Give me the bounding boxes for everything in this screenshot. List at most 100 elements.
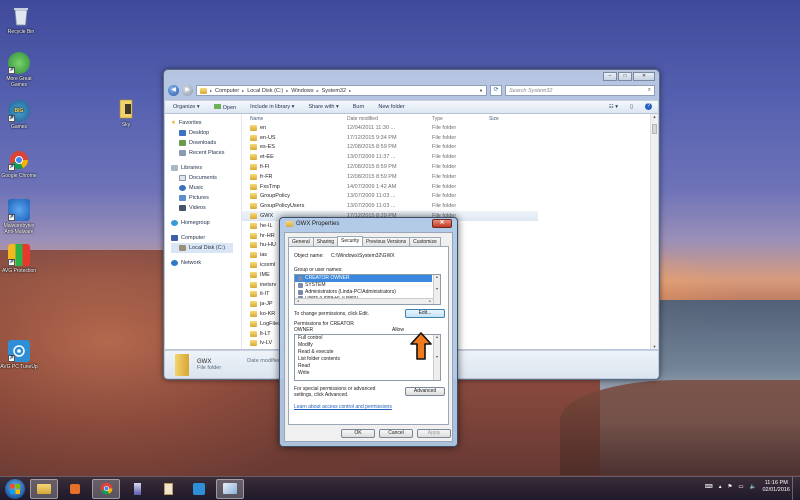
folder-icon [250, 330, 257, 337]
new-folder-button[interactable]: New folder [378, 104, 404, 110]
taskbar-chrome[interactable] [92, 478, 120, 499]
tab-previous-versions[interactable]: Previous Versions [362, 237, 411, 246]
close-button[interactable]: ✕ [633, 72, 655, 81]
search-input[interactable]: Search System32 ⌕ [505, 85, 655, 96]
view-options-icon[interactable]: ☷ ▾ [609, 104, 618, 110]
file-row[interactable]: et-EE 13/07/2009 11:37 ... File folder [242, 152, 658, 162]
taskbar-media-player[interactable] [61, 479, 89, 499]
taskbar-paint[interactable] [216, 478, 244, 499]
desktop-icon-more-great-games[interactable]: ↗ More Great Games [0, 52, 39, 88]
action-center-flag-icon[interactable]: ⚑ [727, 484, 732, 490]
nav-desktop[interactable]: Desktop [171, 128, 241, 138]
user-item[interactable]: Administrators (Linda-PC\Administrators) [295, 289, 440, 296]
dialog-close-button[interactable]: ✕ [432, 219, 452, 228]
column-type[interactable]: Type [432, 116, 489, 122]
back-button[interactable]: ◀ [168, 85, 179, 96]
desktop-icon-avg-protection[interactable]: ↗ AVG Protection [0, 244, 39, 274]
users-listbox[interactable]: CREATOR OWNER SYSTEM Administrators (Lin… [294, 274, 441, 305]
folder-icon [250, 242, 257, 249]
breadcrumb-windows[interactable]: Windows [291, 88, 313, 94]
share-with-button[interactable]: Share with ▾ [308, 104, 338, 110]
videos-icon [179, 205, 186, 211]
help-icon[interactable]: ? [645, 103, 652, 110]
permission-name: Modify [298, 342, 313, 348]
file-date: 12/08/2015 8:59 PM [347, 173, 397, 180]
file-row[interactable]: en 12/04/2011 11:30 ... File folder [242, 123, 658, 133]
burn-button[interactable]: Burn [353, 104, 365, 110]
permissions-scrollbar[interactable]: ▲ ▼ [433, 335, 440, 380]
nav-homegroup[interactable]: Homegroup [171, 218, 241, 228]
desktop-icon-avg-pc-tuneup[interactable]: ↗ AVG PC TuneUp [0, 340, 39, 370]
tab-general[interactable]: General [288, 237, 314, 246]
apply-button[interactable]: Apply [417, 429, 451, 438]
preview-pane-icon[interactable]: ▯ [630, 104, 633, 110]
address-bar[interactable]: ▸ Computer ▸ Local Disk (C:) ▸ Windows ▸… [196, 85, 487, 96]
nav-recent-places[interactable]: Recent Places [171, 148, 241, 158]
address-dropdown-icon[interactable]: ▼ [479, 88, 483, 93]
nav-libraries[interactable]: Libraries [171, 163, 241, 173]
users-vertical-scrollbar[interactable]: ▲ ▼ [433, 275, 440, 304]
file-row[interactable]: FxsTmp 14/07/2009 1:42 AM File folder [242, 182, 658, 192]
desktop-icon-google-chrome[interactable]: ↗ Google Chrome [0, 149, 39, 179]
windows-logo-icon [10, 483, 20, 494]
maximize-button[interactable]: □ [618, 72, 632, 81]
nav-local-disk[interactable]: Local Disk (C:) [171, 243, 233, 253]
file-row[interactable]: fi-FI 12/08/2015 8:59 PM File folder [242, 162, 658, 172]
include-in-library-button[interactable]: Include in library ▾ [250, 104, 294, 110]
user-item[interactable]: SYSTEM [295, 282, 440, 289]
file-row[interactable]: es-ES 12/08/2015 8:59 PM File folder [242, 143, 658, 153]
refresh-button[interactable]: ⟳ [490, 85, 502, 96]
clock[interactable]: 11:16 PM 02/01/2016 [762, 480, 790, 494]
nav-documents[interactable]: Documents [171, 173, 241, 183]
organize-button[interactable]: Organize ▾ [173, 104, 200, 110]
nav-computer[interactable]: Computer [171, 233, 241, 243]
nav-music[interactable]: Music [171, 183, 241, 193]
volume-icon[interactable]: 🔈 [750, 484, 757, 490]
file-name: GroupPolicy [260, 193, 290, 200]
nav-videos[interactable]: Videos [171, 203, 241, 213]
start-button[interactable] [5, 478, 25, 499]
network-tray-icon[interactable]: ▭ [738, 484, 743, 490]
taskbar-explorer[interactable] [30, 478, 58, 499]
desktop-icon-sky-folder[interactable]: Sky [106, 98, 146, 128]
forward-button[interactable]: ▶ [182, 85, 193, 96]
file-row[interactable]: GroupPolicyUsers 13/07/2009 11:03 ... File… [242, 201, 658, 211]
nav-pictures[interactable]: Pictures [171, 193, 241, 203]
file-row[interactable]: fr-FR 12/08/2015 8:59 PM File folder [242, 172, 658, 182]
breadcrumb-system32[interactable]: System32 [322, 88, 346, 94]
tab-security[interactable]: Security [337, 236, 364, 246]
desktop-icon-games[interactable]: BIG ↗ Games [0, 100, 39, 130]
breadcrumb-local-disk[interactable]: Local Disk (C:) [247, 88, 283, 94]
taskbar-tuneup[interactable] [185, 479, 213, 499]
open-button[interactable]: Open [213, 103, 236, 111]
tab-customize[interactable]: Customize [409, 237, 441, 246]
tab-sharing[interactable]: Sharing [312, 237, 339, 246]
show-desktop-button[interactable] [792, 477, 800, 500]
desktop-icon-recycle-bin[interactable]: Recycle Bin [1, 5, 41, 35]
minimize-button[interactable]: – [603, 72, 617, 81]
show-hidden-icons[interactable]: ▴ [719, 484, 722, 490]
users-horizontal-scrollbar[interactable]: ◂ ▸ [295, 298, 433, 304]
nav-favorites[interactable]: ★ Favorites [171, 118, 241, 128]
learn-access-control-link[interactable]: Learn about access control and permissio… [294, 404, 392, 410]
file-row[interactable]: GroupPolicy 13/07/2009 11:03 ... File fold… [242, 192, 658, 202]
cancel-button[interactable]: Cancel [379, 429, 413, 438]
file-row[interactable]: en-US 17/12/2015 9:34 PM File folder [242, 133, 658, 143]
taskbar-app[interactable] [123, 479, 151, 499]
vertical-scrollbar[interactable]: ▲ ▼ [650, 114, 658, 349]
taskbar-document[interactable] [154, 479, 182, 499]
column-date-modified[interactable]: Date modified [347, 116, 432, 122]
nav-network[interactable]: Network [171, 258, 241, 268]
breadcrumb-computer[interactable]: Computer [215, 88, 239, 94]
nav-downloads[interactable]: Downloads [171, 138, 241, 148]
column-headers: Name Date modified Type Size [242, 114, 658, 123]
scroll-thumb[interactable] [652, 124, 657, 134]
user-item[interactable]: CREATOR OWNER [295, 275, 432, 282]
column-size[interactable]: Size [489, 116, 499, 122]
ok-button[interactable]: OK [341, 429, 375, 438]
advanced-button[interactable]: Advanced [405, 387, 445, 396]
keyboard-icon[interactable]: ⌨ [705, 484, 713, 490]
desktop-icon-malwarebytes[interactable]: ↗ Malwarebytes Anti-Malware [0, 199, 39, 235]
column-name[interactable]: Name [250, 116, 347, 122]
edit-button[interactable]: Edit... [405, 309, 445, 318]
